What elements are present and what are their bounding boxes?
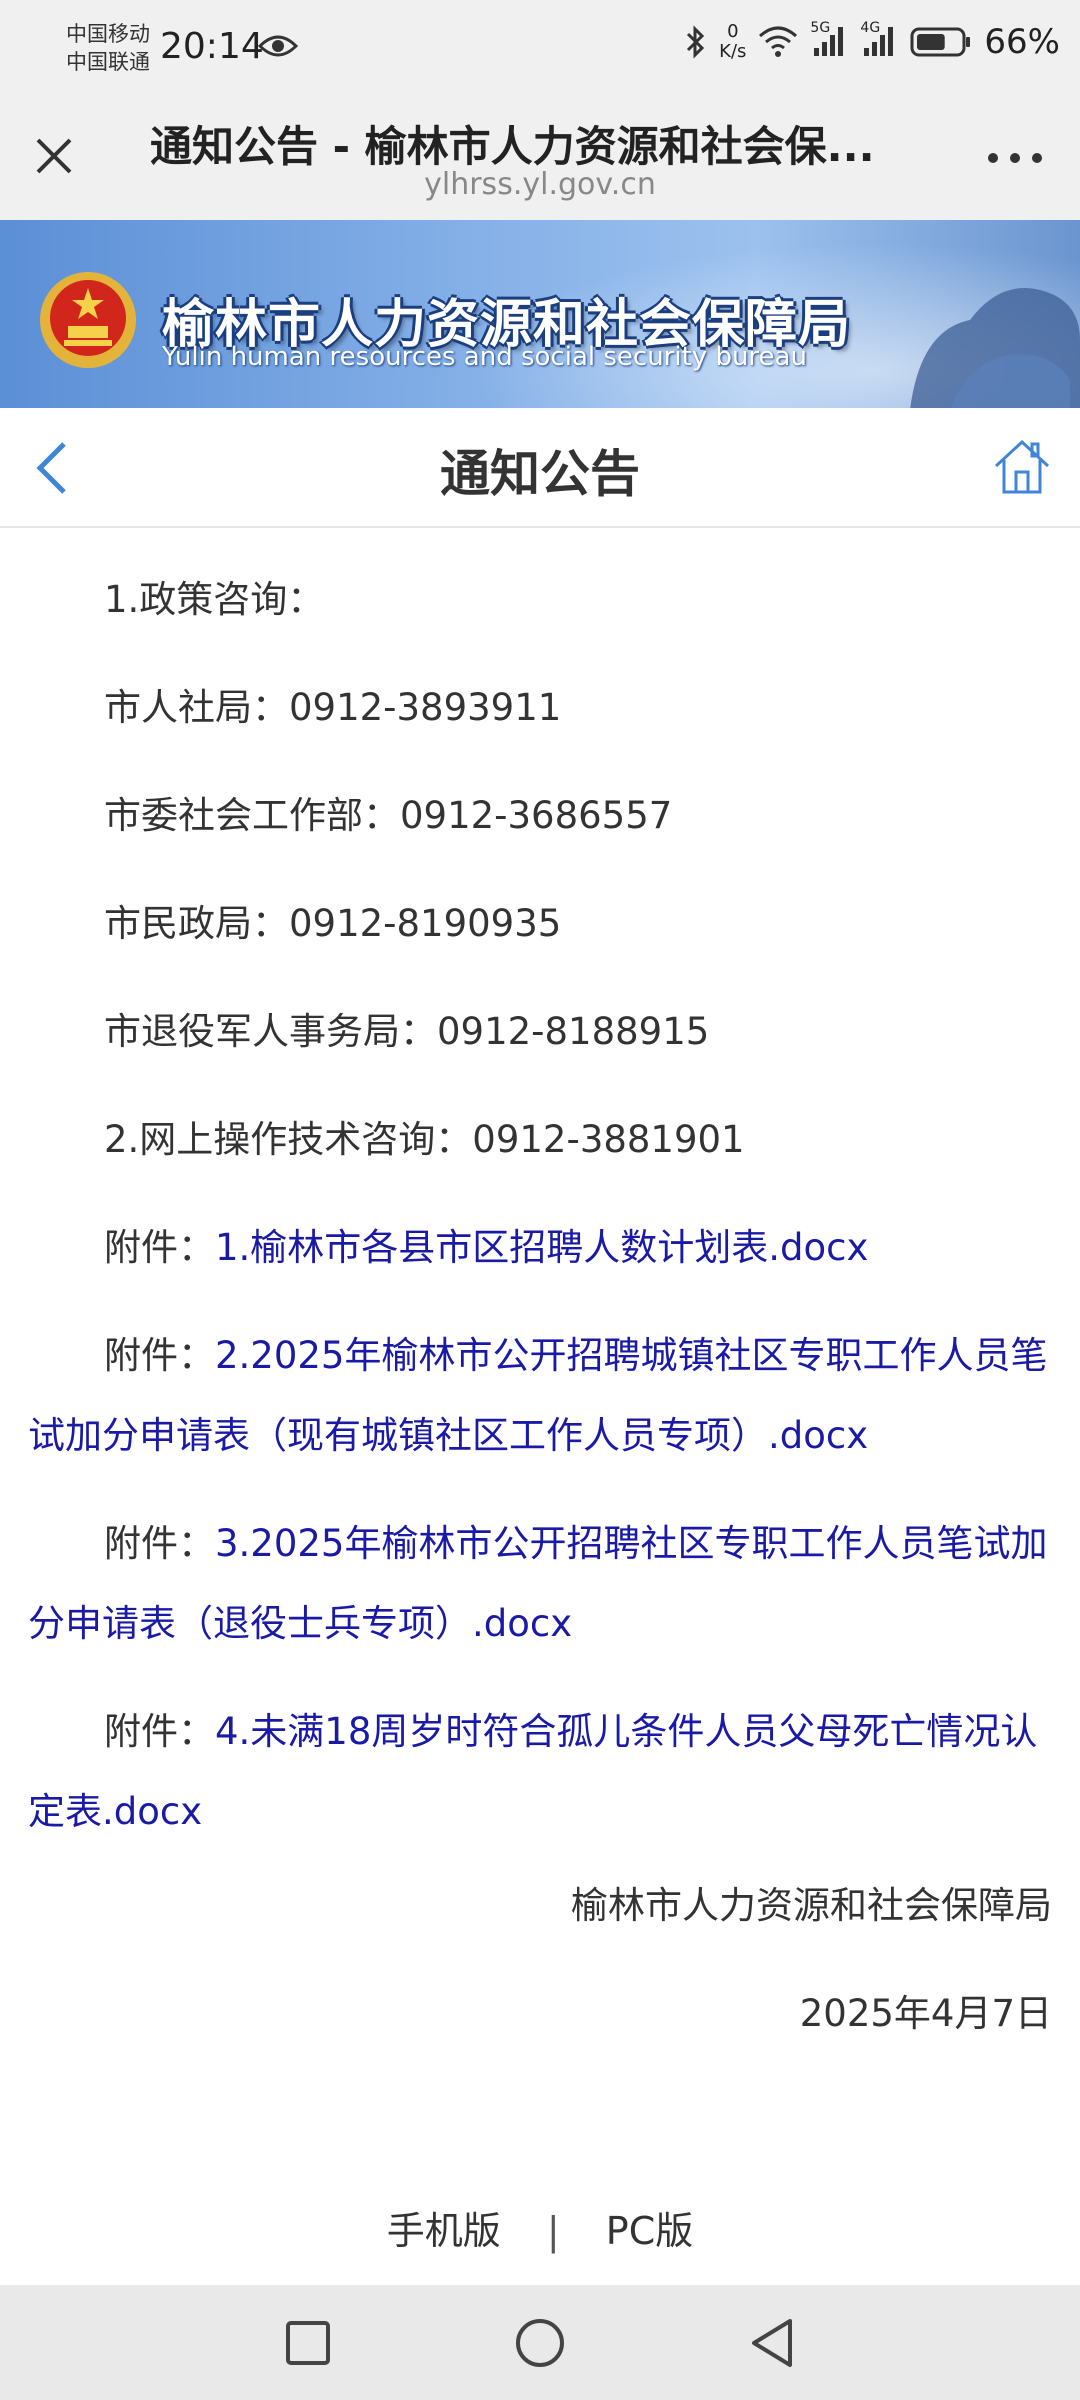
bluetooth-icon: [687, 25, 705, 59]
net-speed: 0 K/s: [719, 22, 746, 62]
status-bar: 中国移动 中国联通 20:14 0 K/s 5G 4G 66%: [0, 0, 1080, 95]
recent-apps-icon[interactable]: [280, 2315, 336, 2371]
content-line: 市退役军人事务局：0912-8188915: [104, 1010, 710, 1053]
attachment-item: 附件：1.榆林市各县市区招聘人数计划表.docx: [28, 1208, 1052, 1288]
site-banner: 榆林市人力资源和社会保障局 Yulin human resources and …: [0, 220, 1080, 408]
page-title: 通知公告: [440, 445, 640, 503]
attachment-item: 附件：3.2025年榆林市公开招聘社区专职工作人员笔试加分申请表（退役士兵专项）…: [28, 1504, 1052, 1664]
home-button[interactable]: [992, 436, 1052, 496]
status-icons: 0 K/s 5G 4G 66%: [685, 20, 1060, 62]
browser-title-bar: 通知公告 - 榆林市人力资源和社会保... ylhrss.yl.gov.cn: [0, 95, 1080, 221]
signature: 榆林市人力资源和社会保障局: [571, 1884, 1052, 1927]
browser-page-title: 通知公告 - 榆林市人力资源和社会保...: [150, 122, 875, 171]
statue-image: [910, 288, 1080, 408]
attachment-item: 附件：4.未满18周岁时符合孤儿条件人员父母死亡情况认定表.docx: [28, 1692, 1052, 1852]
system-navigation-bar: [0, 2285, 1080, 2400]
net-speed-value: 0: [727, 21, 739, 42]
signal-1-label: 5G: [810, 20, 831, 36]
pc-version-link[interactable]: PC版: [606, 2200, 693, 2255]
attachment-prefix: 附件：: [104, 1522, 215, 1565]
attachment-prefix: 附件：: [104, 1334, 215, 1377]
national-emblem-icon: [40, 272, 136, 368]
attachment-item: 附件：2.2025年榆林市公开招聘城镇社区专职工作人员笔试加分申请表（现有城镇社…: [28, 1316, 1052, 1476]
carrier-labels: 中国移动 中国联通: [66, 20, 150, 76]
content-line: 1.政策咨询：: [104, 578, 325, 621]
content-line: 2.网上操作技术咨询：0912-3881901: [104, 1118, 745, 1161]
back-triangle-icon[interactable]: [744, 2315, 800, 2371]
browser-domain: ylhrss.yl.gov.cn: [424, 167, 656, 202]
battery-percent: 66%: [984, 22, 1060, 62]
net-speed-unit: K/s: [719, 41, 747, 62]
carrier-2: 中国联通: [66, 50, 150, 74]
eye-icon: [258, 35, 298, 57]
more-button[interactable]: [980, 143, 1050, 173]
banner-subtitle: Yulin human resources and social securit…: [162, 342, 807, 372]
signal-2-label: 4G: [860, 20, 881, 36]
home-icon: [994, 439, 1050, 494]
clock: 20:14: [160, 26, 264, 67]
attachment-prefix: 附件：: [104, 1710, 215, 1753]
article-content: 1.政策咨询： 市人社局：0912-3893911 市委社会工作部：0912-3…: [28, 560, 1052, 2068]
attachment-link[interactable]: 1.榆林市各县市区招聘人数计划表.docx: [215, 1226, 868, 1269]
content-line: 市委社会工作部：0912-3686557: [104, 794, 673, 837]
page-header: 通知公告: [0, 408, 1080, 528]
publish-date: 2025年4月7日: [799, 1992, 1052, 2035]
footer-separator: |: [546, 2209, 560, 2253]
content-line: 市民政局：0912-8190935: [104, 902, 562, 945]
home-circle-icon[interactable]: [512, 2315, 568, 2371]
more-icon: [988, 153, 1042, 163]
wifi-icon: [759, 26, 798, 57]
carrier-1: 中国移动: [66, 22, 150, 46]
content-line: 市人社局：0912-3893911: [104, 686, 562, 729]
page-footer: 手机版 | PC版: [0, 2200, 1080, 2280]
mobile-version-link[interactable]: 手机版: [387, 2200, 501, 2255]
battery-icon: [910, 27, 971, 57]
attachment-prefix: 附件：: [104, 1226, 215, 1269]
